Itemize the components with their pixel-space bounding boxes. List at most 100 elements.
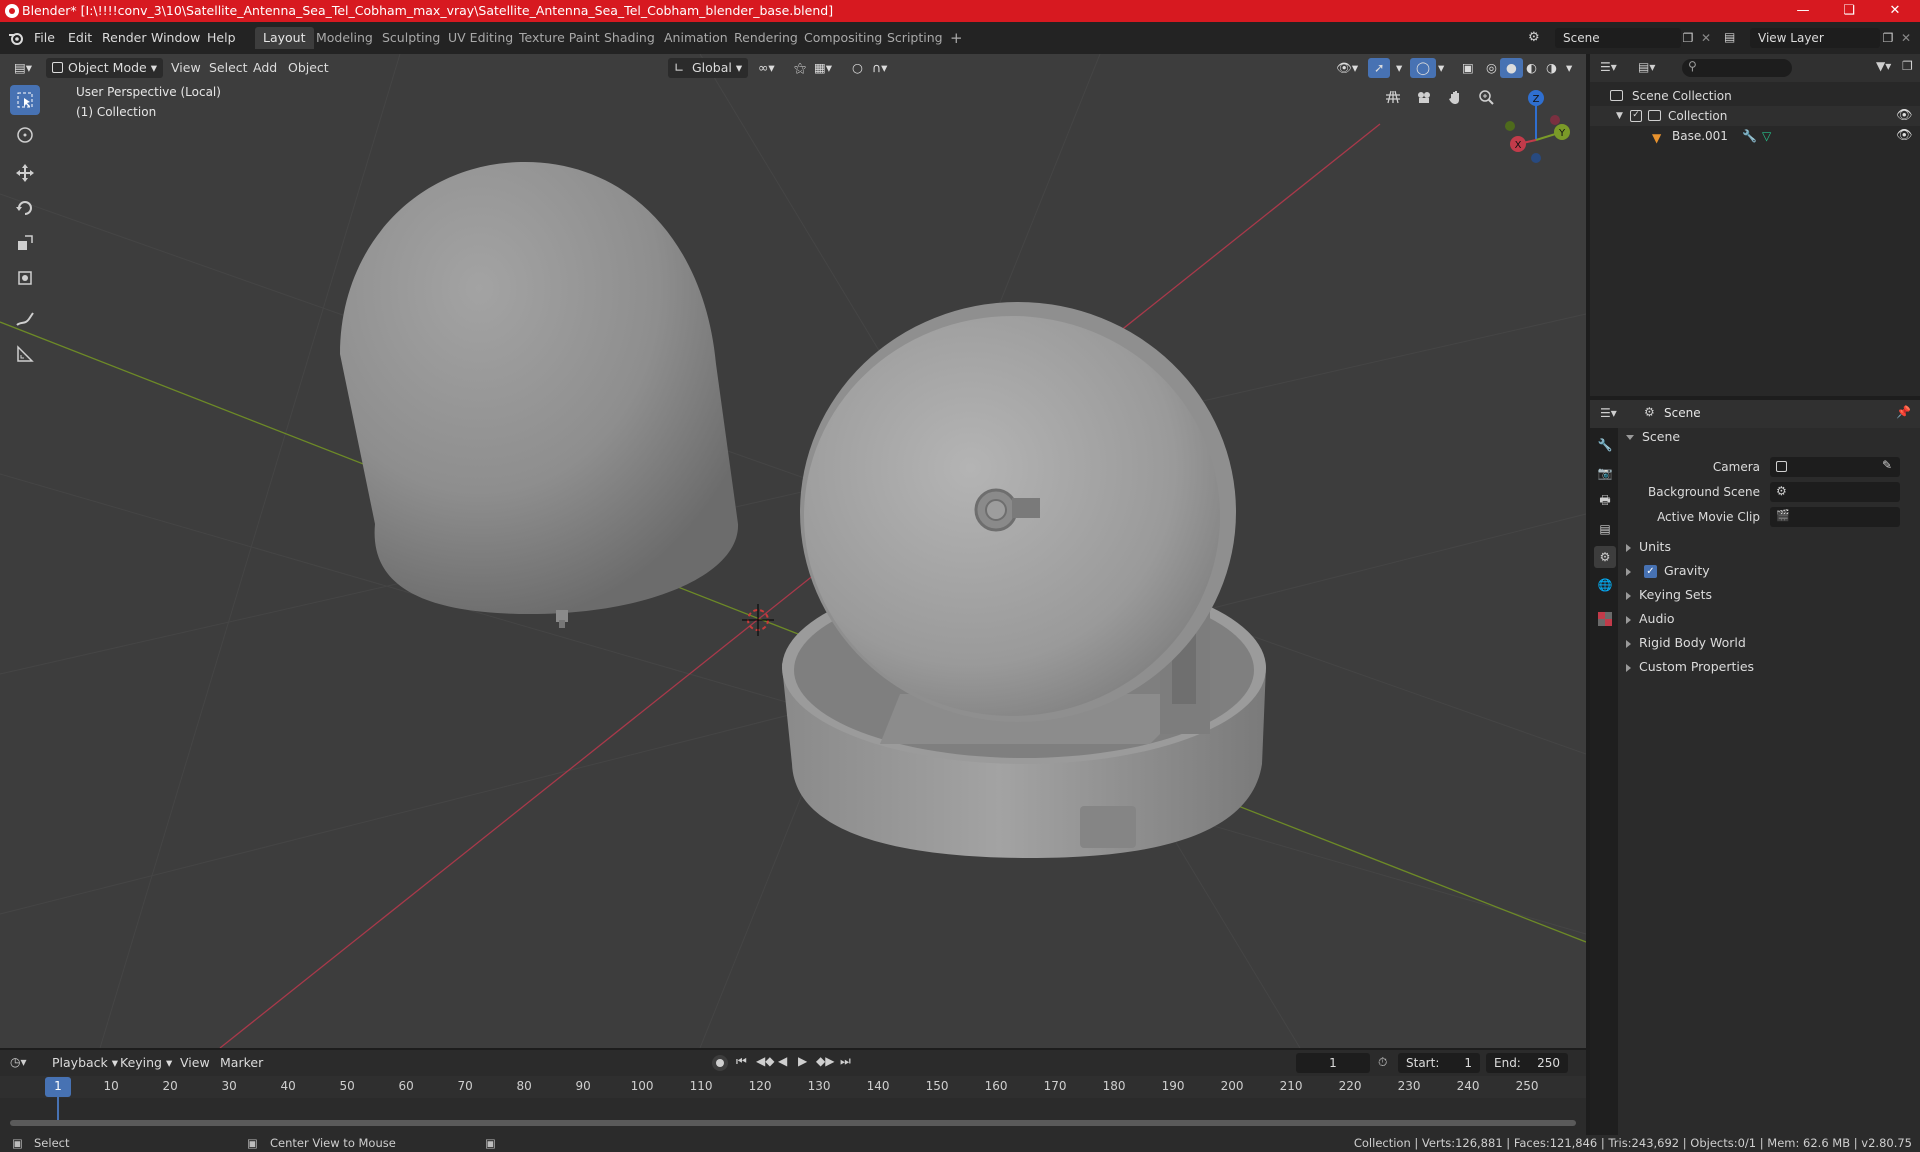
current-frame-field[interactable]: 1 [1296, 1053, 1370, 1073]
viewport-menu-view[interactable]: View [165, 58, 207, 78]
preview-range-icon[interactable]: ⏱ [1378, 1055, 1387, 1070]
camera-view-icon[interactable] [1411, 84, 1437, 110]
tab-scripting[interactable]: Scripting [879, 27, 951, 49]
measure-icon[interactable] [10, 339, 40, 369]
view-layer-browse-icon[interactable]: ▤ [1724, 30, 1746, 46]
radome-model[interactable] [340, 162, 739, 628]
tool-tab-icon[interactable]: 🔧 [1594, 434, 1616, 456]
transform-icon[interactable] [10, 263, 40, 293]
rotate-icon[interactable] [10, 193, 40, 223]
menu-help[interactable]: Help [201, 22, 242, 54]
3d-cursor[interactable] [742, 604, 774, 636]
collection-visibility-icon[interactable]: 👁 [1896, 106, 1913, 126]
menu-file[interactable]: File [28, 22, 61, 54]
texture-tab-icon[interactable] [1594, 608, 1616, 630]
tab-layout[interactable]: Layout [255, 27, 314, 49]
view-layer-field[interactable]: View Layer [1750, 28, 1880, 48]
tab-uv-editing[interactable]: UV Editing [440, 27, 521, 49]
dish-reflector-model[interactable] [800, 302, 1236, 722]
scene-browse-icon[interactable]: ⚙ [1528, 30, 1544, 46]
keying-sets-panel[interactable]: Keying Sets [1626, 584, 1916, 606]
mesh-data-icon[interactable]: ▽ [1762, 126, 1771, 146]
editor-type-icon[interactable]: ▤▾ [8, 58, 38, 78]
output-tab-icon[interactable]: 🖶 [1594, 490, 1616, 512]
new-collection-icon[interactable]: ❐ [1902, 59, 1913, 73]
maximize-icon[interactable]: ❏ [1826, 0, 1872, 22]
audio-panel[interactable]: Audio [1626, 608, 1916, 630]
prev-keyframe-icon[interactable]: ◀◆ [756, 1054, 774, 1068]
add-workspace-button[interactable]: + [942, 27, 971, 49]
gravity-panel[interactable]: ✓ Gravity [1626, 560, 1916, 582]
tab-rendering[interactable]: Rendering [726, 27, 806, 49]
outliner-search-input[interactable]: ⚲ [1682, 59, 1792, 77]
visibility-icon[interactable]: 👁▾ [1330, 58, 1364, 78]
pin-icon[interactable]: 📌 [1896, 405, 1911, 419]
active-movie-clip-field[interactable]: 🎬 [1770, 507, 1900, 527]
scale-icon[interactable] [10, 228, 40, 258]
tab-animation[interactable]: Animation [656, 27, 736, 49]
minimize-icon[interactable]: — [1780, 0, 1826, 22]
jump-end-icon[interactable]: ⏭ [840, 1054, 851, 1069]
custom-properties-panel[interactable]: Custom Properties [1626, 656, 1916, 678]
start-frame-field[interactable]: Start: 1 [1398, 1053, 1480, 1073]
3d-viewport[interactable]: ▤▾ Object Mode ▾ View Select Add Object … [0, 54, 1586, 1048]
menu-window[interactable]: Window [145, 22, 206, 54]
play-reverse-icon[interactable]: ◀ [778, 1054, 787, 1068]
world-tab-icon[interactable]: 🌐 [1594, 574, 1616, 596]
shading-dropdown-icon[interactable]: ▾ [1560, 58, 1578, 78]
rigid-body-world-panel[interactable]: Rigid Body World [1626, 632, 1916, 654]
scene-name-field[interactable]: Scene [1555, 28, 1681, 48]
render-tab-icon[interactable]: 📷 [1594, 462, 1616, 484]
xray-toggle-icon[interactable]: ▣ [1456, 58, 1480, 78]
object-visibility-icon[interactable]: 👁 [1896, 126, 1913, 146]
move-icon[interactable] [10, 158, 40, 188]
expand-arrow-icon[interactable]: ▼ [1616, 106, 1623, 126]
new-scene-icon[interactable]: ❐ [1678, 28, 1698, 48]
display-mode-icon[interactable]: ▤▾ [1638, 60, 1655, 74]
modifier-wrench-icon[interactable]: 🔧 [1742, 126, 1757, 146]
gizmo-dropdown-icon[interactable]: ▾ [1390, 58, 1408, 78]
timeline-editor-type-icon[interactable]: ◷▾ [10, 1055, 27, 1069]
timeline-scrollbar[interactable] [10, 1120, 1576, 1126]
gravity-checkbox[interactable]: ✓ [1644, 565, 1657, 578]
cursor-icon[interactable] [10, 120, 40, 150]
select-box-icon[interactable] [10, 85, 40, 115]
zoom-view-icon[interactable] [1473, 84, 1499, 110]
outliner-row-collection[interactable]: ▼ ✓ Collection 👁 [1590, 106, 1920, 126]
next-keyframe-icon[interactable]: ◆▶ [816, 1054, 834, 1068]
pan-view-icon[interactable] [1442, 84, 1468, 110]
delete-view-layer-icon[interactable]: ✕ [1898, 28, 1914, 48]
toggle-grid-icon[interactable] [1380, 84, 1406, 110]
menu-edit[interactable]: Edit [62, 22, 98, 54]
end-frame-field[interactable]: End: 250 [1486, 1053, 1568, 1073]
scene-tab-icon[interactable]: ⚙ [1594, 546, 1616, 568]
tab-shading[interactable]: Shading [596, 27, 663, 49]
overlays-dropdown-icon[interactable]: ▾ [1432, 58, 1450, 78]
background-scene-field[interactable]: ⚙ [1770, 482, 1900, 502]
annotate-icon[interactable] [10, 304, 40, 334]
collection-checkbox[interactable]: ✓ [1630, 110, 1642, 122]
snap-target-icon[interactable]: ▦▾ [808, 58, 838, 78]
pivot-point-icon[interactable]: ∞▾ [752, 58, 781, 78]
timeline-view-menu[interactable]: View [174, 1053, 216, 1073]
close-icon[interactable]: ✕ [1872, 0, 1918, 22]
properties-editor-type-icon[interactable]: ☰▾ [1600, 406, 1617, 420]
jump-start-icon[interactable]: ⏮ [736, 1054, 747, 1069]
camera-field[interactable]: ✎ [1770, 457, 1900, 477]
marker-menu[interactable]: Marker [214, 1053, 269, 1073]
navigation-gizmo[interactable]: Z Y X [1500, 84, 1580, 184]
tab-texture-paint[interactable]: Texture Paint [511, 27, 608, 49]
record-button[interactable] [712, 1055, 728, 1071]
playback-menu[interactable]: Playback ▾ [46, 1053, 124, 1073]
gizmo-toggle-icon[interactable]: ➚ [1368, 58, 1391, 78]
tab-modeling[interactable]: Modeling [308, 27, 381, 49]
object-mode-dropdown[interactable]: Object Mode ▾ [46, 58, 163, 78]
delete-scene-icon[interactable]: ✕ [1698, 28, 1714, 48]
outliner-editor-type-icon[interactable]: ☰▾ [1600, 60, 1617, 74]
units-panel[interactable]: Units [1626, 536, 1916, 558]
blender-menu-icon[interactable] [8, 31, 24, 45]
viewport-menu-select[interactable]: Select [203, 58, 254, 78]
scene-panel-header[interactable]: Scene [1626, 426, 1916, 448]
viewport-menu-object[interactable]: Object [282, 58, 335, 78]
play-icon[interactable]: ▶ [798, 1054, 807, 1068]
